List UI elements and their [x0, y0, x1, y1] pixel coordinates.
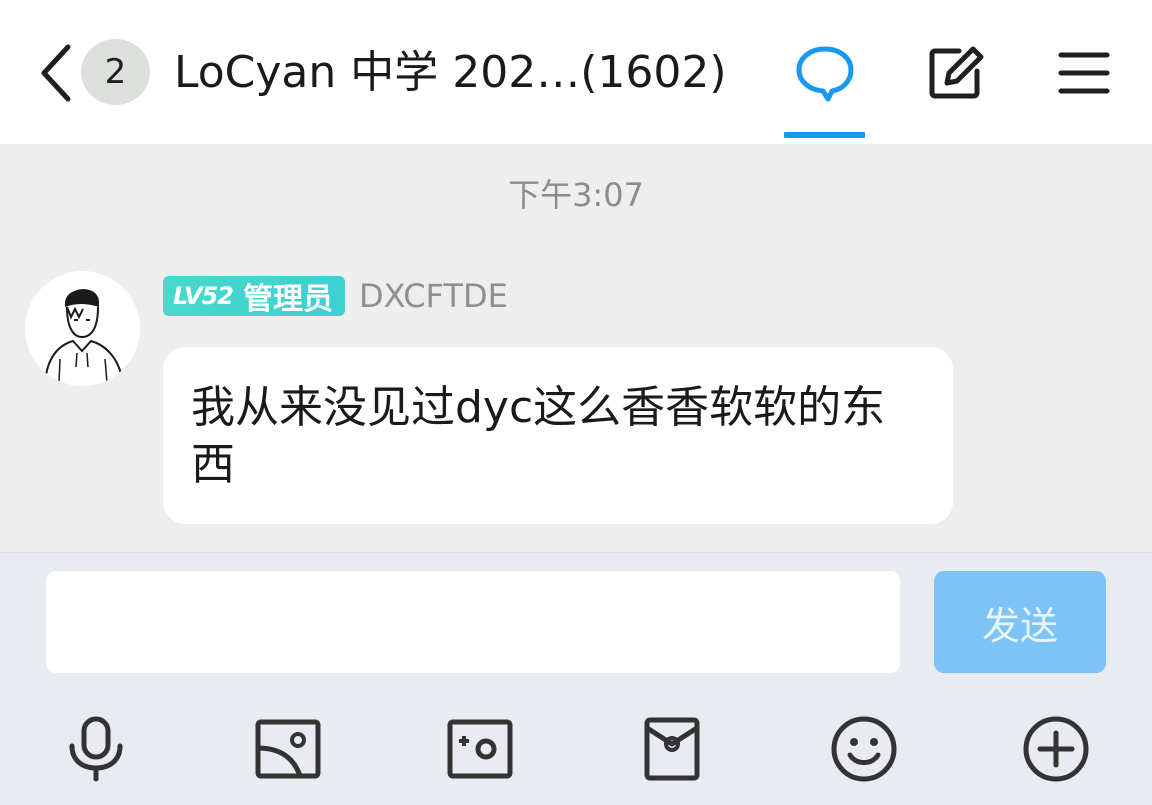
active-tab-indicator — [784, 132, 865, 138]
menu-button[interactable] — [1051, 40, 1117, 106]
back-chevron-icon — [41, 44, 71, 102]
image-icon — [255, 719, 321, 779]
message-timestamp: 下午3:07 — [508, 176, 644, 214]
chat-bubble-icon — [796, 46, 854, 102]
microphone-icon — [69, 716, 123, 782]
emoji-button[interactable] — [826, 711, 902, 787]
avatar[interactable] — [25, 271, 140, 386]
send-button[interactable]: 发送 — [934, 571, 1106, 673]
chat-title[interactable]: LoCyan 中学 202…(1602) — [174, 40, 774, 106]
red-packet-icon — [644, 717, 700, 781]
red-packet-button[interactable] — [634, 711, 710, 787]
role-badge: LV52 管理员 — [163, 276, 345, 317]
unread-count-badge[interactable]: 2 — [81, 39, 150, 105]
emoji-icon — [831, 716, 897, 782]
message-list[interactable]: 下午3:07 LV52 管理员 DXCFTDE 我从来没见过dyc这么香香软软的… — [0, 144, 1152, 552]
level-label: LV52 — [173, 282, 234, 310]
sender-info: LV52 管理员 DXCFTDE — [163, 275, 508, 317]
edit-icon — [929, 46, 984, 99]
composer: 发送 — [0, 552, 1152, 805]
more-button[interactable] — [1018, 711, 1094, 787]
chat-header: 2 LoCyan 中学 202…(1602) — [0, 0, 1152, 144]
plus-icon — [1023, 716, 1089, 782]
role-label: 管理员 — [242, 282, 333, 317]
menu-icon — [1058, 52, 1110, 94]
voice-button[interactable] — [58, 711, 134, 787]
image-button[interactable] — [250, 711, 326, 787]
user-avatar-icon — [44, 289, 124, 384]
message-input[interactable] — [46, 571, 900, 673]
camera-icon — [447, 719, 513, 779]
chat-tab-button[interactable] — [792, 40, 858, 106]
camera-button[interactable] — [442, 711, 518, 787]
edit-button[interactable] — [922, 40, 988, 106]
sender-name[interactable]: DXCFTDE — [359, 277, 508, 315]
back-button[interactable] — [32, 38, 80, 108]
message-bubble[interactable]: 我从来没见过dyc这么香香软软的东西 — [163, 347, 953, 524]
